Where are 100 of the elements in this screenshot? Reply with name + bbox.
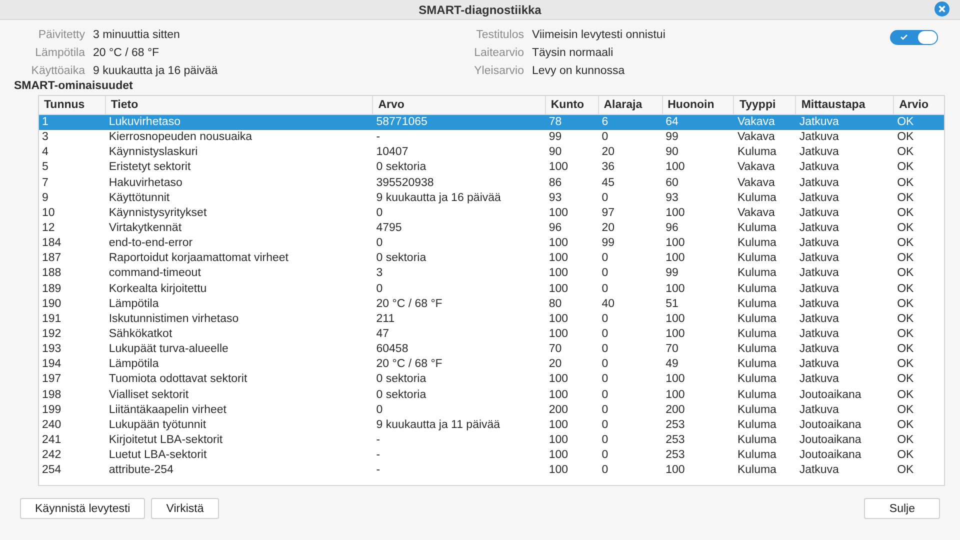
table-row[interactable]: 198 Vialliset sektorit 0 sektoria 100 0 100 Kuluma Joutoaikana OK [39,388,944,403]
table-row[interactable]: 197 Tuomiota odottavat sektorit 0 sektoria 100 0 100 Kuluma Jatkuva OK [39,372,944,388]
action-button[interactable]: Virkistä [151,498,219,519]
table-cell-text: 20 °C / 68 °F [375,296,444,312]
table-cell-text: Kuluma [736,296,778,312]
column-header[interactable]: Alaraja [598,96,663,114]
table-cell-text: 6 [600,115,610,130]
table-cell-text: OK [896,282,915,297]
table-cell-text: - [375,432,382,448]
info-value: 3 minuuttia sitten [93,28,181,42]
table-cell-text: 197 [41,372,62,388]
table-cell-text: 184 [41,236,62,252]
column-header[interactable]: Mittaustapa [796,96,894,114]
table-cell-text: 93 [548,190,563,206]
table-cell-text: 90 [548,145,563,160]
table-cell-text: Vakava [736,130,776,146]
table-cell-text: OK [896,388,915,403]
table-cell-text: Jatkuva [798,251,840,266]
table-cell-text: 199 [41,402,62,418]
table-row[interactable]: 188 command-timeout 3 100 0 99 Kuluma Jatkuva OK [39,266,944,282]
table-row[interactable]: 191 Iskutunnistimen virhetaso 211 100 0 100 Kuluma Jatkuva OK [39,312,944,327]
table-cell-text: 0 [600,251,610,266]
table-cell-text: OK [896,190,915,206]
table-row[interactable]: 194 Lämpötila 20 °C / 68 °F 20 0 49 Kuluma Jatkuva OK [39,357,944,372]
table-cell-text: - [375,448,382,464]
table-cell-text: 99 [664,266,680,282]
table-row[interactable]: 5 Eristetyt sektorit 0 sektoria 100 36 100 Vakava Jatkuva OK [39,160,944,176]
table-cell-text: 96 [548,220,563,236]
table-cell-text: 60 [664,176,680,191]
table-cell-text: 100 [664,372,686,388]
table-row[interactable]: 242 Luetut LBA-sektorit - 100 0 253 Kuluma Joutoaikana OK [39,448,944,464]
table-cell-text: Kuluma [736,326,778,342]
table-row[interactable]: 192 Sähkökatkot 47 100 0 100 Kuluma Jatkuva OK [39,326,944,342]
table-cell-text: 100 [664,463,686,478]
table-cell-text: 100 [548,463,570,478]
table-cell-text: 93 [664,190,680,206]
table-cell-text: end-to-end-error [108,236,194,252]
table-cell-text: Jatkuva [798,372,840,388]
table-row[interactable]: 7 Hakuvirhetaso 395520938 86 45 60 Vakava Jatkuva OK [39,176,944,191]
table-row[interactable]: 189 Korkealta kirjoitettu 0 100 0 100 Kuluma Jatkuva OK [39,282,944,297]
table-cell-text: 100 [548,206,570,221]
table-cell-text: 9 kuukautta ja 11 päivää [375,418,502,433]
table-cell-text: OK [896,418,915,433]
table-cell-text: 20 °C / 68 °F [375,357,444,372]
table-cell-text: 100 [664,251,686,266]
column-header[interactable]: Kunto [546,96,599,114]
table-cell-text: OK [896,176,915,191]
table-cell-text: 100 [548,236,570,252]
table-cell-text: 188 [41,266,62,282]
close-button[interactable] [934,1,950,17]
column-header[interactable]: Tyyppi [734,96,796,114]
table-row[interactable]: 3 Kierrosnopeuden nousuaika - 99 0 99 Vakava Jatkuva OK [39,130,944,146]
table-row[interactable]: 254 attribute-254 - 100 0 100 Kuluma Jatkuva OK [39,463,944,478]
table-cell-text: Lukupäät turva-alueelle [108,342,230,358]
table-cell-text: OK [896,432,915,448]
table-cell-text: 193 [41,342,62,358]
table-cell-text: OK [896,342,915,358]
table-row[interactable]: 10 Käynnistysyritykset 0 100 97 100 Vakava Jatkuva OK [39,206,944,221]
table-cell-text: 51 [664,296,680,312]
table-cell-text: 0 sektoria [375,160,428,176]
table-cell-text: 40 [600,296,616,312]
column-header[interactable]: Arvio [894,96,944,114]
table-cell-text: Kuluma [736,372,778,388]
table-cell-text: Vakava [736,115,776,130]
table-row[interactable]: 184 end-to-end-error 0 100 99 100 Kuluma Jatkuva OK [39,236,944,252]
table-cell-text: 100 [664,282,686,297]
table-row[interactable]: 190 Lämpötila 20 °C / 68 °F 80 40 51 Kuluma Jatkuva OK [39,296,944,312]
table-cell-text: 78 [548,115,563,130]
toggle-switch[interactable] [890,30,938,45]
table-cell-text: 198 [41,388,62,403]
table-cell-text: Jatkuva [798,145,840,160]
table-row[interactable]: 9 Käyttötunnit 9 kuukautta ja 16 päivää 93 0 93 Kuluma Jatkuva OK [39,190,944,206]
table-row[interactable]: 199 Liitäntäkaapelin virheet 0 200 0 200 Kuluma Jatkuva OK [39,402,944,418]
action-button[interactable]: Käynnistä levytesti [20,498,146,519]
table-row[interactable]: 240 Lukupään työtunnit 9 kuukautta ja 11 päivää 100 0 253 Kuluma Joutoaikana OK [39,418,944,433]
table-cell-text: 242 [41,448,62,464]
table-cell-text: 99 [548,130,563,146]
table-cell-text: Hakuvirhetaso [108,176,184,191]
table-row[interactable]: 4 Käynnistyslaskuri 10407 90 20 90 Kuluma Jatkuva OK [39,145,944,160]
table-cell-text: OK [896,357,915,372]
close-dialog-button[interactable]: Sulje [864,498,940,519]
table-cell-text: - [375,463,382,478]
table-cell-text: Jatkuva [798,312,840,327]
column-header[interactable]: Tieto [106,96,374,114]
table-cell-text: OK [896,236,915,252]
table-cell-text: 60458 [375,342,410,358]
table-cell-text: Kuluma [736,145,778,160]
info-value: Levy on kunnossa [532,64,626,78]
table-row[interactable]: 187 Raportoidut korjaamattomat virheet 0 sektoria 100 0 100 Kuluma Jatkuva OK [39,251,944,266]
table-cell-text: 36 [600,160,616,176]
info-label: Käyttöaika [30,64,85,78]
column-header[interactable]: Arvo [373,96,546,114]
table-row[interactable]: 241 Kirjoitetut LBA-sektorit - 100 0 253 Kuluma Joutoaikana OK [39,432,944,448]
table-row[interactable]: 12 Virtakytkennät 4795 96 20 96 Kuluma Jatkuva OK [39,220,944,236]
column-header[interactable]: Tunnus [39,96,106,114]
table-cell-text: Kuluma [736,251,778,266]
table-cell-text: 100 [664,206,686,221]
table-cell-text: 0 [600,463,610,478]
table-row[interactable]: 193 Lukupäät turva-alueelle 60458 70 0 70 Kuluma Jatkuva OK [39,342,944,358]
column-header[interactable]: Huonoin [662,96,734,114]
